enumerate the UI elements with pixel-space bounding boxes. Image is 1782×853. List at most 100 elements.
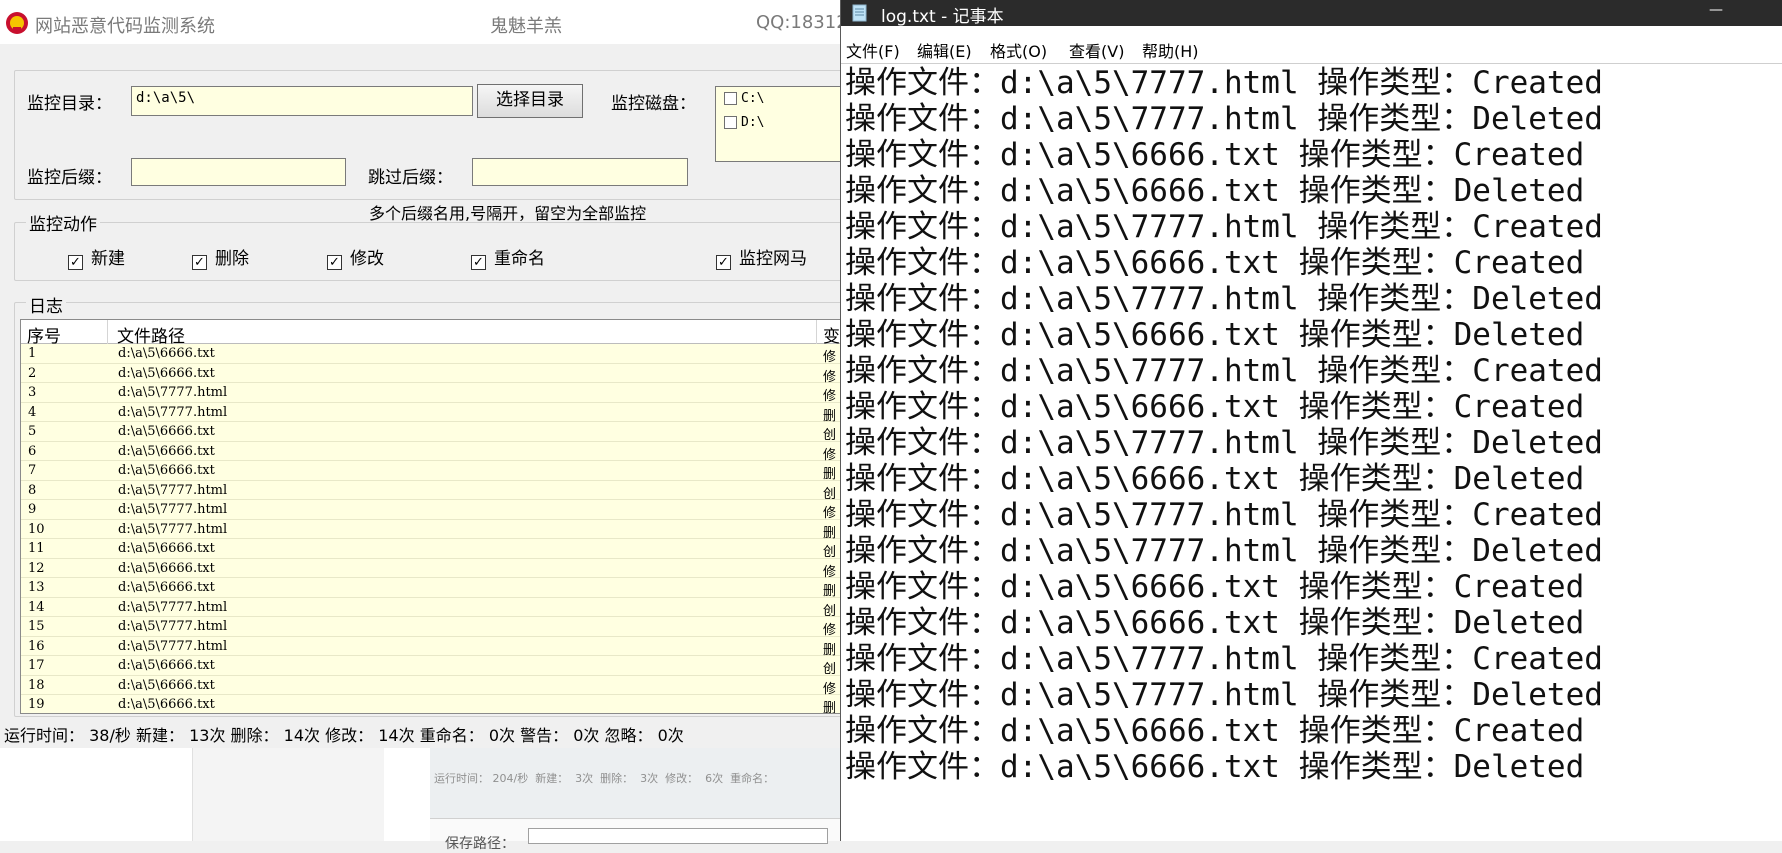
status-runtime-label: 运行时间： [4, 726, 85, 745]
table-row[interactable]: 6 d:\a\5\6666.txt 修 [21, 442, 849, 463]
row-path: d:\a\5\6666.txt [118, 560, 215, 576]
row-type: 删 [823, 525, 837, 541]
table-row[interactable]: 15 d:\a\5\7777.html 修 [21, 617, 849, 638]
row-type: 创 [823, 662, 837, 677]
check-icon: ✓ [192, 255, 207, 270]
row-path: d:\a\5\7777.html [118, 385, 228, 400]
status-warning-label: 警告： [520, 726, 569, 745]
watch-dir-label: 监控目录： [27, 94, 112, 114]
row-path: d:\a\5\7777.html [118, 404, 228, 420]
row-number: 6 [28, 443, 37, 459]
app-author: 鬼魅羊羔 [490, 16, 562, 37]
menu-file[interactable]: 文件(F) [846, 38, 900, 62]
log-table[interactable]: 序号 文件路径 变 1 d:\a\5\6666.txt 修 2 d:\a\5\6666.… [20, 319, 850, 714]
table-row[interactable]: 16 d:\a\5\7777.html 删 [21, 637, 849, 658]
row-number: 19 [28, 697, 45, 712]
row-type: 创 [823, 486, 837, 502]
log-group-title: 日志 [26, 292, 66, 317]
row-type: 创 [823, 545, 837, 560]
table-row[interactable]: 3 d:\a\5\7777.html 修 [21, 383, 849, 404]
drive-list[interactable]: C:\ D:\ [715, 86, 855, 162]
row-path: d:\a\5\7777.html [118, 502, 228, 517]
check-icon: ✓ [471, 255, 486, 270]
skip-suffix-label: 跳过后缀： [368, 168, 453, 188]
status-bar: 运行时间： 38/秒 新建： 13次 删除： 14次 修改： 14次 重命名： … [0, 717, 842, 747]
app-titlebar[interactable]: 网站恶意代码监测系统 鬼魅羊羔 QQ:18312 [0, 0, 848, 44]
table-row[interactable]: 17 d:\a\5\6666.txt 创 [21, 656, 849, 677]
log-line: 操作文件：d:\a\5\7777.html 操作类型：Created [845, 497, 1603, 533]
table-row[interactable]: 2 d:\a\5\6666.txt 修 [21, 364, 849, 385]
notepad-titlebar[interactable]: log.txt - 记事本 — [841, 0, 1782, 27]
row-number: 14 [28, 599, 45, 615]
status-runtime-value: 38/秒 [89, 726, 131, 745]
notepad-text-area[interactable]: 操作文件：d:\a\5\7777.html 操作类型：Created 操作文件：d… [841, 63, 1782, 841]
drive-item-d[interactable]: D:\ [724, 115, 764, 130]
action-rename-checkbox[interactable]: ✓ 重命名 [471, 244, 545, 270]
check-icon: ✓ [327, 255, 342, 270]
watch-dir-input[interactable]: d:\a\5\ [131, 86, 473, 116]
status-deleted-label: 删除： [230, 726, 279, 745]
action-delete-checkbox[interactable]: ✓ 删除 [192, 244, 249, 270]
action-create-checkbox[interactable]: ✓ 新建 [68, 244, 125, 270]
table-row[interactable]: 14 d:\a\5\7777.html 创 [21, 598, 849, 619]
action-webshell-checkbox[interactable]: ✓ 监控网马 [716, 244, 807, 270]
row-number: 7 [28, 463, 37, 478]
choose-dir-button[interactable]: 选择目录 [477, 84, 583, 118]
drive-c-checkbox[interactable] [724, 92, 737, 105]
app-qq: QQ:18312 [756, 12, 848, 33]
status-ignored-value: 0次 [657, 726, 684, 745]
skip-suffix-input[interactable] [472, 158, 688, 186]
log-line: 操作文件：d:\a\5\6666.txt 操作类型：Deleted [845, 605, 1585, 641]
row-type: 删 [823, 408, 837, 424]
table-row[interactable]: 4 d:\a\5\7777.html 删 [21, 403, 849, 424]
row-type: 修 [823, 389, 837, 404]
row-number: 1 [28, 346, 37, 361]
check-icon: ✓ [68, 255, 83, 270]
log-line: 操作文件：d:\a\5\7777.html 操作类型：Deleted [845, 533, 1603, 569]
table-row[interactable]: 11 d:\a\5\6666.txt 创 [21, 539, 849, 560]
table-row[interactable]: 7 d:\a\5\6666.txt 删 [21, 461, 849, 482]
row-path: d:\a\5\7777.html [118, 482, 228, 498]
table-row[interactable]: 19 d:\a\5\6666.txt 删 [21, 695, 849, 713]
status-renamed-value: 0次 [488, 726, 515, 745]
log-line: 操作文件：d:\a\5\7777.html 操作类型：Created [845, 353, 1603, 389]
monitor-app-window: 网站恶意代码监测系统 鬼魅羊羔 QQ:18312 监控目录： d:\a\5\ 选… [0, 0, 855, 748]
table-row[interactable]: 10 d:\a\5\7777.html 删 [21, 520, 849, 541]
row-type: 修 [823, 623, 837, 638]
status-ignored-label: 忽略： [604, 726, 653, 745]
watch-suffix-input[interactable] [131, 158, 346, 186]
table-row[interactable]: 9 d:\a\5\7777.html 修 [21, 500, 849, 521]
row-path: d:\a\5\6666.txt [118, 658, 215, 673]
log-line: 操作文件：d:\a\5\6666.txt 操作类型：Created [845, 569, 1585, 605]
menu-edit[interactable]: 编辑(E) [917, 38, 972, 62]
menu-view[interactable]: 查看(V) [1069, 38, 1124, 62]
drive-d-label: D:\ [741, 115, 765, 130]
menu-help[interactable]: 帮助(H) [1142, 38, 1199, 62]
drive-item-c[interactable]: C:\ [724, 91, 764, 106]
action-modify-checkbox[interactable]: ✓ 修改 [327, 244, 384, 270]
action-group-title: 监控动作 [26, 210, 100, 235]
log-table-body: 1 d:\a\5\6666.txt 修 2 d:\a\5\6666.txt 修 3 d:\a\… [21, 344, 849, 713]
table-row[interactable]: 1 d:\a\5\6666.txt 修 [21, 344, 849, 365]
table-row[interactable]: 13 d:\a\5\6666.txt 删 [21, 578, 849, 599]
drive-d-checkbox[interactable] [724, 116, 737, 129]
menu-format[interactable]: 格式(O) [990, 38, 1047, 62]
minimize-icon[interactable]: — [1701, 0, 1731, 26]
row-type: 创 [823, 428, 837, 443]
row-path: d:\a\5\7777.html [118, 599, 228, 615]
row-type: 修 [823, 506, 837, 521]
suffix-hint: 多个后缀名用,号隔开，留空为全部监控 [369, 204, 647, 223]
table-row[interactable]: 18 d:\a\5\6666.txt 修 [21, 676, 849, 697]
table-row[interactable]: 12 d:\a\5\6666.txt 修 [21, 559, 849, 580]
row-path: d:\a\5\6666.txt [118, 463, 215, 478]
column-divider[interactable] [816, 320, 817, 344]
row-path: d:\a\5\6666.txt [118, 424, 215, 439]
table-row[interactable]: 5 d:\a\5\6666.txt 创 [21, 422, 849, 443]
status-modified-label: 修改： [325, 726, 374, 745]
log-line: 操作文件：d:\a\5\6666.txt 操作类型：Created [845, 137, 1585, 173]
log-line: 操作文件：d:\a\5\7777.html 操作类型：Created [845, 641, 1603, 677]
log-line: 操作文件：d:\a\5\6666.txt 操作类型：Created [845, 389, 1585, 425]
table-row[interactable]: 8 d:\a\5\7777.html 创 [21, 481, 849, 502]
app-logo-icon [6, 12, 28, 34]
column-divider[interactable] [107, 320, 108, 344]
